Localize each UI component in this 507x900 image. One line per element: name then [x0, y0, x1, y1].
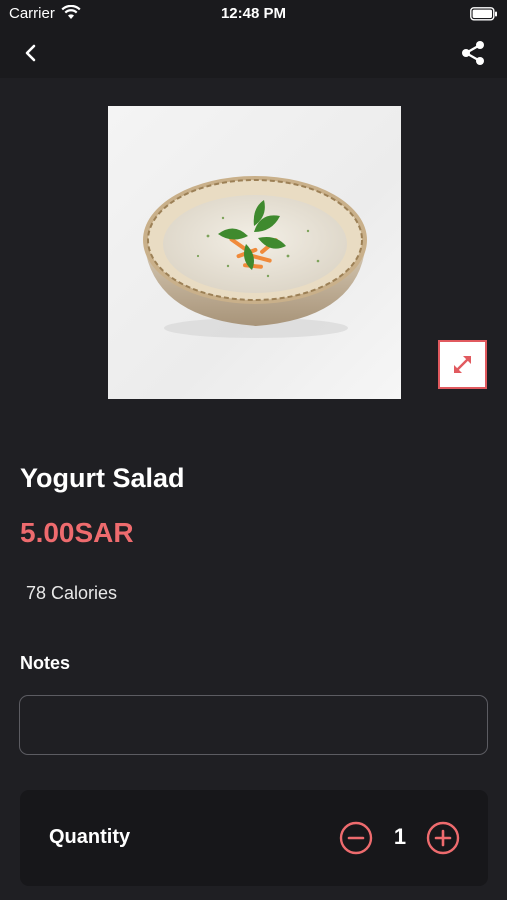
plus-circle-icon [426, 821, 460, 855]
decrease-quantity-button[interactable] [339, 821, 373, 855]
share-icon [462, 41, 484, 65]
notes-label: Notes [20, 653, 71, 673]
soup-bowl-image [143, 176, 367, 338]
expand-image-button[interactable] [438, 340, 487, 389]
increase-quantity-button[interactable] [426, 821, 460, 855]
nav-bar [0, 28, 507, 78]
chevron-left-icon [25, 44, 36, 62]
product-image [108, 106, 401, 399]
back-button[interactable] [18, 40, 44, 66]
product-price: 5.00SAR [20, 517, 134, 548]
battery-icon [470, 7, 498, 25]
quantity-card: Quantity 1 [20, 790, 488, 886]
status-bar: Carrier 12:48 PM [0, 0, 507, 28]
quantity-label: Quantity [49, 826, 131, 848]
clock-time: 12:48 PM [220, 5, 287, 22]
expand-icon [454, 356, 471, 373]
minus-circle-icon [339, 821, 373, 855]
product-title: Yogurt Salad [20, 463, 185, 493]
product-calories: 78 Calories [26, 583, 118, 603]
notes-input[interactable] [19, 695, 488, 755]
share-button[interactable] [459, 39, 487, 67]
quantity-value: 1 [393, 824, 407, 849]
